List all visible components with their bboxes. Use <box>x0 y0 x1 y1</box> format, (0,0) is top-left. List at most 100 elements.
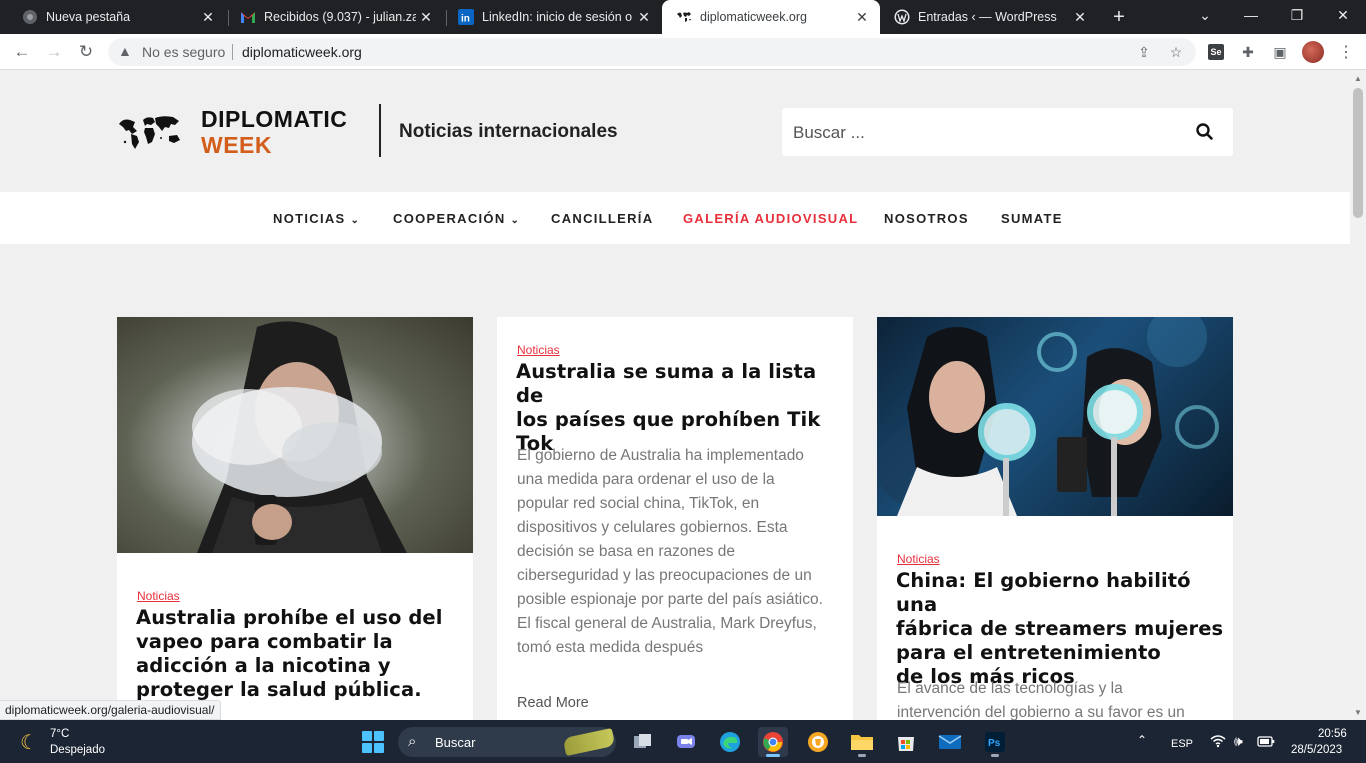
tab-title: Nueva pestaña <box>46 10 131 24</box>
clock-date[interactable]: 28/5/2023 <box>1291 744 1342 756</box>
post-category-link[interactable]: Noticias <box>137 589 180 603</box>
nav-label: GALERÍA AUDIOVISUAL <box>683 211 859 226</box>
url-text[interactable]: diplomaticweek.org <box>242 44 362 60</box>
post-title[interactable]: Australia prohíbe el uso del vapeo para … <box>136 606 466 702</box>
tab-title: Entradas ‹ — WordPress <box>918 10 1057 24</box>
tab-title: Recibidos (9.037) - julian.zapp <box>264 10 416 24</box>
scroll-up-arrow-icon[interactable]: ▲ <box>1354 74 1362 83</box>
input-language[interactable]: ESP <box>1171 738 1193 750</box>
browser-tabstrip: Nueva pestaña ✕ Recibidos (9.037) - juli… <box>0 0 1366 34</box>
reload-button[interactable]: ↻ <box>74 40 98 64</box>
tab-wordpress[interactable]: Entradas ‹ — WordPress ✕ <box>880 0 1098 34</box>
nav-item-cancilleria[interactable]: CANCILLERÍA <box>551 211 653 226</box>
moon-weather-icon[interactable]: ☾ <box>20 730 38 755</box>
bookmark-star-icon[interactable]: ☆ <box>1166 42 1186 62</box>
close-icon[interactable]: ✕ <box>416 7 436 27</box>
tab-new-tab[interactable]: Nueva pestaña ✕ <box>8 0 226 34</box>
close-icon[interactable]: ✕ <box>634 7 654 27</box>
post-category-link[interactable]: Noticias <box>897 552 940 566</box>
nav-item-noticias[interactable]: NOTICIAS ⌄ <box>273 211 360 226</box>
post-title[interactable]: Australia se suma a la lista de los país… <box>516 360 846 456</box>
mail-icon[interactable] <box>935 727 965 757</box>
tab-title: LinkedIn: inicio de sesión o re <box>482 10 634 24</box>
logo-text-week[interactable]: WEEK <box>201 132 272 159</box>
weather-temperature[interactable]: 7°C <box>50 728 69 740</box>
search-icon[interactable] <box>1194 121 1216 143</box>
nav-label: NOSOTROS <box>884 211 969 226</box>
excerpt-line: dispositivos y celulares gobiernos. Esta <box>517 519 788 536</box>
edge-browser-icon[interactable] <box>715 727 745 757</box>
post-image-vaping[interactable] <box>117 317 473 553</box>
close-icon[interactable]: ✕ <box>852 7 872 27</box>
chevron-down-icon: ⌄ <box>350 215 361 226</box>
wordpress-icon <box>894 9 910 25</box>
nav-item-sumate[interactable]: SUMATE <box>1001 211 1063 226</box>
post-card: Noticias Australia prohíbe el uso del va… <box>117 317 473 720</box>
close-icon[interactable]: ✕ <box>198 7 218 27</box>
tab-linkedin[interactable]: in LinkedIn: inicio de sesión o re ✕ <box>444 0 662 34</box>
taskbar-search[interactable]: ⌕ Buscar <box>398 727 616 757</box>
scroll-down-arrow-icon[interactable]: ▼ <box>1354 708 1362 717</box>
selenium-extension-icon[interactable]: Se <box>1208 44 1224 60</box>
clock-time[interactable]: 20:56 <box>1318 728 1347 740</box>
side-panel-icon[interactable]: ▣ <box>1270 42 1290 62</box>
restore-button[interactable]: ❐ <box>1274 0 1320 30</box>
chrome-taskbar-icon[interactable] <box>758 727 788 757</box>
weather-description[interactable]: Despejado <box>50 744 105 756</box>
running-indicator <box>991 754 999 757</box>
post-image-streamers[interactable] <box>877 317 1233 516</box>
microsoft-store-icon[interactable] <box>891 727 921 757</box>
page-scrollbar[interactable]: ▲ ▼ <box>1350 70 1366 720</box>
nav-item-nosotros[interactable]: NOSOTROS <box>884 211 969 226</box>
nav-item-galeria-audiovisual[interactable]: GALERÍA AUDIOVISUAL <box>683 211 858 226</box>
start-button[interactable] <box>362 731 384 753</box>
address-bar[interactable]: ▲ No es seguro diplomaticweek.org ⇪ ☆ <box>108 38 1196 66</box>
logo-text-diplomatic[interactable]: DIPLOMATIC <box>201 106 347 133</box>
tab-gmail[interactable]: Recibidos (9.037) - julian.zapp ✕ <box>226 0 444 34</box>
wifi-icon[interactable] <box>1210 734 1226 751</box>
security-label[interactable]: No es seguro <box>142 44 225 60</box>
post-title-line: Australia prohíbe el uso del <box>136 606 443 629</box>
warning-icon[interactable]: ▲ <box>118 43 136 61</box>
extensions-puzzle-icon[interactable]: ✚ <box>1238 42 1258 62</box>
file-explorer-icon[interactable] <box>847 727 877 757</box>
nav-label: NOTICIAS <box>273 211 346 226</box>
tab-diplomaticweek[interactable]: diplomaticweek.org ✕ <box>662 0 880 34</box>
close-icon[interactable]: ✕ <box>1070 7 1090 27</box>
nav-item-cooperacion[interactable]: COOPERACIÓN ⌄ <box>393 211 520 226</box>
close-window-button[interactable]: ✕ <box>1320 0 1366 30</box>
nav-label: COOPERACIÓN <box>393 211 506 226</box>
link-status-bar: diplomaticweek.org/galeria-audiovisual/ <box>0 700 222 720</box>
share-icon[interactable]: ⇪ <box>1134 42 1154 62</box>
gmail-icon <box>240 9 256 25</box>
post-category-link[interactable]: Noticias <box>517 343 560 357</box>
read-more-link[interactable]: Read More <box>517 695 589 711</box>
tab-search-button[interactable]: ⌄ <box>1182 0 1228 30</box>
running-indicator <box>858 754 866 757</box>
site-header: DIPLOMATIC WEEK Noticias internacionales… <box>0 70 1350 192</box>
minimize-button[interactable]: — <box>1228 0 1274 30</box>
brave-browser-icon[interactable] <box>803 727 833 757</box>
new-tab-button[interactable]: + <box>1108 6 1130 28</box>
site-favicon <box>676 9 692 25</box>
site-search-input[interactable]: Buscar ... <box>782 108 1233 156</box>
main-navigation: NOTICIAS ⌄ COOPERACIÓN ⌄ CANCILLERÍA GAL… <box>0 192 1350 244</box>
battery-icon[interactable] <box>1257 734 1275 751</box>
svg-text:Ps: Ps <box>988 738 1001 749</box>
svg-text:in: in <box>461 14 470 25</box>
volume-icon[interactable]: 🕪 <box>1234 733 1243 750</box>
post-title-line: vapeo para combatir la <box>136 630 393 653</box>
photoshop-icon[interactable]: Ps <box>980 727 1010 757</box>
divider <box>232 44 233 60</box>
back-button[interactable]: ← <box>10 40 34 64</box>
forward-button[interactable]: → <box>42 40 66 64</box>
profile-avatar[interactable] <box>1302 41 1324 63</box>
show-hidden-icons-icon[interactable]: ⌃ <box>1137 733 1147 747</box>
browser-menu-icon[interactable]: ⋮ <box>1338 42 1354 62</box>
world-map-logo-icon[interactable] <box>117 112 183 152</box>
scrollbar-thumb[interactable] <box>1353 88 1363 218</box>
post-title[interactable]: China: El gobierno habilitó una fábrica … <box>896 569 1231 689</box>
teams-chat-icon[interactable] <box>671 727 701 757</box>
post-title-line: fábrica de streamers mujeres <box>896 617 1224 640</box>
task-view-icon[interactable] <box>628 727 658 757</box>
